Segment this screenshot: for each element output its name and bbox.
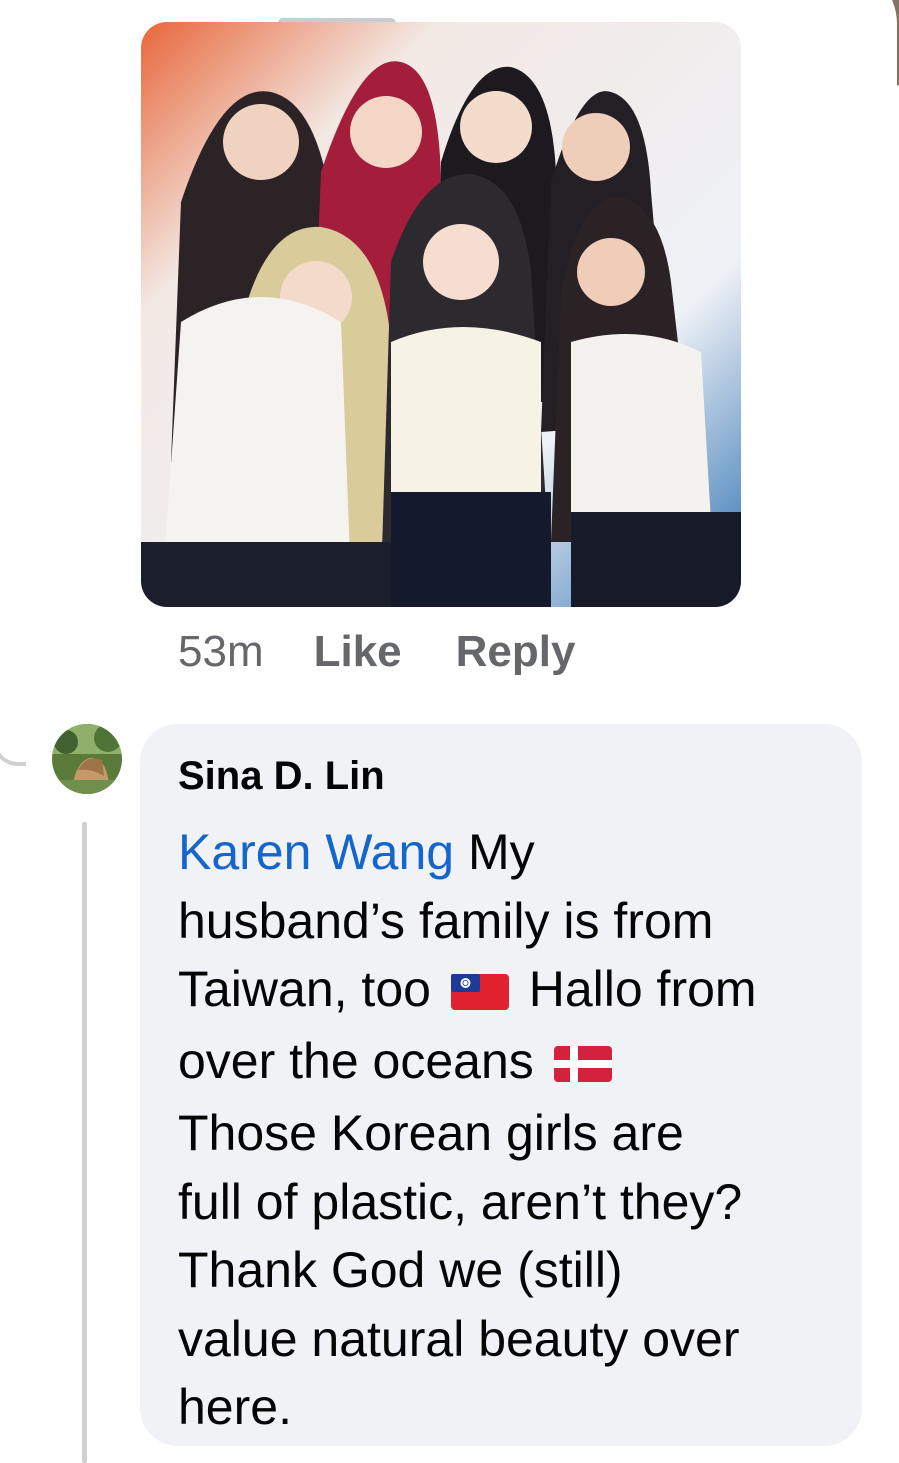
avatar[interactable]	[52, 724, 122, 794]
denmark-flag-icon	[553, 1031, 612, 1100]
comment-author[interactable]: Sina D. Lin	[178, 754, 385, 799]
thread-connector	[0, 712, 26, 766]
comment-body: Karen Wang My husband’s family is from T…	[178, 818, 848, 1442]
comment-text: Taiwan, too	[178, 961, 445, 1017]
taiwan-flag-icon	[450, 959, 509, 1028]
comment-text: over the oceans	[178, 1033, 548, 1090]
comment-text: My	[454, 824, 535, 880]
mention-link[interactable]: Karen Wang	[178, 824, 454, 880]
comment-text: full of plastic, aren’t they?	[178, 1173, 743, 1230]
comment-text: value natural beauty over	[178, 1310, 740, 1367]
comment-timestamp: 53m	[178, 627, 264, 676]
comment-bubble: Sina D. Lin Karen Wang My husband’s fami…	[140, 724, 862, 1446]
comment-text: here.	[178, 1379, 292, 1436]
comment-photo[interactable]	[141, 22, 741, 607]
comment-text: Those Korean girls are	[178, 1105, 684, 1162]
comment-actions: 53m Like Reply	[178, 622, 575, 682]
sheet-corner	[777, 0, 897, 104]
thread-line	[82, 822, 87, 1463]
reply-button[interactable]: Reply	[456, 627, 576, 677]
comment-text: husband’s family is from	[178, 892, 714, 949]
comment-text: Thank God we (still)	[178, 1242, 623, 1299]
group-photo-icon	[141, 22, 741, 607]
comment-text: Hallo from	[514, 961, 757, 1017]
like-button[interactable]: Like	[314, 627, 402, 677]
profile-photo-icon	[52, 724, 122, 794]
